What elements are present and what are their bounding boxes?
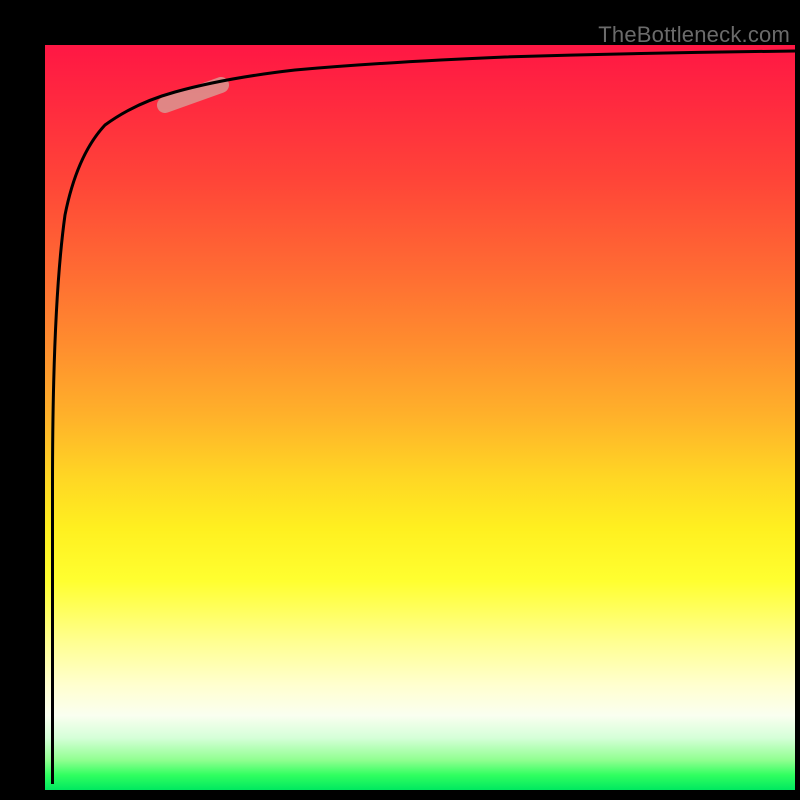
chart-root: TheBottleneck.com	[0, 0, 800, 800]
plot-background-gradient	[45, 45, 795, 790]
watermark-label: TheBottleneck.com	[598, 22, 790, 48]
